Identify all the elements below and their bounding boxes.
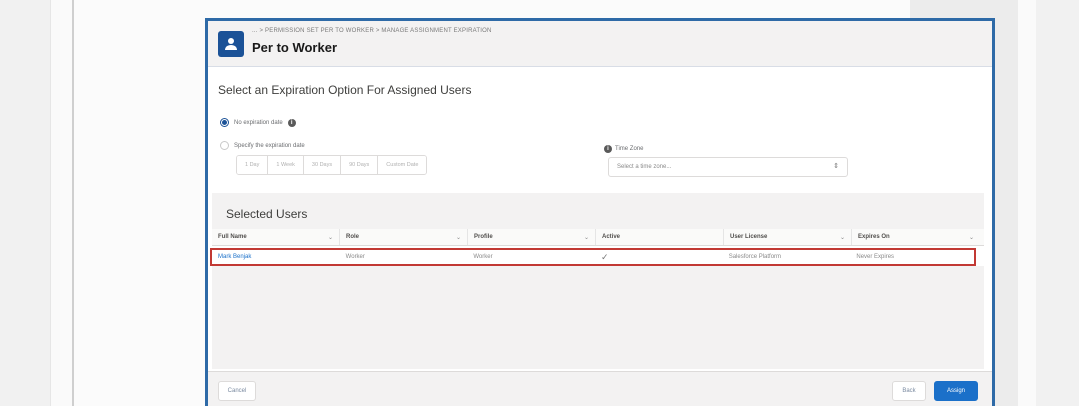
column-header-expires-on[interactable]: Expires On ⌄	[852, 229, 980, 245]
duration-button-group: 1 Day 1 Week 30 Days 90 Days Custom Date	[236, 155, 428, 175]
users-table: Full Name ⌄ Role ⌄ Profile ⌄ Active User Li…	[210, 229, 984, 266]
info-icon[interactable]: i	[287, 118, 296, 127]
column-header-role[interactable]: Role ⌄	[340, 229, 468, 245]
table-row[interactable]: Mark Benjak Worker Worker ✓ Salesforce P…	[210, 248, 976, 266]
chevron-down-icon[interactable]: ⌄	[840, 234, 845, 241]
table-header: Full Name ⌄ Role ⌄ Profile ⌄ Active User Li…	[212, 229, 984, 246]
selected-users-panel: Selected Users Full Name ⌄ Role ⌄ Profile ⌄…	[210, 193, 984, 369]
cell-full-name[interactable]: Mark Benjak	[212, 250, 340, 264]
assign-button[interactable]: Assign	[934, 381, 978, 401]
page-title: Per to Worker	[252, 40, 338, 55]
radio-button-checked[interactable]	[220, 118, 229, 127]
duration-1-day[interactable]: 1 Day	[237, 156, 269, 174]
cancel-button[interactable]: Cancel	[218, 381, 256, 401]
chevron-down-icon[interactable]: ⌄	[584, 234, 589, 241]
right-strip	[1018, 0, 1036, 406]
modal-footer: Cancel Back Assign	[208, 371, 992, 406]
breadcrumb[interactable]: ... > PERMISSION SET PER TO WORKER > MAN…	[252, 28, 492, 34]
radio-specify-date[interactable]: Specify the expiration date	[220, 141, 305, 150]
timezone-label-text: Time Zone	[615, 146, 644, 152]
radio-label-no-expiration: No expiration date	[234, 119, 283, 126]
radio-label-specify-date: Specify the expiration date	[234, 142, 305, 149]
timezone-label: i Time Zone	[604, 145, 643, 153]
timezone-placeholder: Select a time zone...	[617, 164, 672, 170]
chevron-down-icon[interactable]: ⌄	[969, 234, 974, 241]
left-margin	[0, 0, 50, 406]
radio-button[interactable]	[220, 141, 229, 150]
info-icon[interactable]: i	[604, 145, 612, 153]
check-icon: ✓	[601, 251, 609, 262]
cell-user-license: Salesforce Platform	[728, 254, 782, 260]
column-header-profile[interactable]: Profile ⌄	[468, 229, 596, 245]
back-button[interactable]: Back	[892, 381, 926, 401]
timezone-select[interactable]: Select a time zone... ⇕	[608, 157, 848, 177]
radio-no-expiration[interactable]: No expiration date i	[220, 118, 296, 127]
cell-role: Worker	[345, 254, 365, 260]
duration-custom-date[interactable]: Custom Date	[378, 156, 427, 174]
duration-30-days[interactable]: 30 Days	[303, 156, 342, 174]
duration-90-days[interactable]: 90 Days	[341, 156, 379, 174]
right-margin	[1036, 0, 1079, 406]
expiration-section-title: Select an Expiration Option For Assigned…	[218, 83, 472, 97]
column-header-full-name[interactable]: Full Name ⌄	[212, 229, 340, 245]
page-edge	[50, 0, 72, 406]
assignment-modal: ... > PERMISSION SET PER TO WORKER > MAN…	[205, 18, 995, 406]
modal-header: ... > PERMISSION SET PER TO WORKER > MAN…	[208, 21, 992, 67]
duration-1-week[interactable]: 1 Week	[268, 156, 304, 174]
column-header-user-license[interactable]: User License ⌄	[724, 229, 852, 245]
chevron-down-icon[interactable]: ⌄	[328, 234, 333, 241]
column-header-active[interactable]: Active	[596, 229, 724, 245]
cell-profile: Worker	[473, 254, 493, 260]
selected-users-title: Selected Users	[226, 207, 308, 221]
cell-expires-on: Never Expires	[856, 254, 895, 260]
chevron-down-icon[interactable]: ⌄	[456, 234, 461, 241]
user-icon	[218, 31, 244, 57]
select-arrows-icon: ⇕	[833, 163, 839, 170]
